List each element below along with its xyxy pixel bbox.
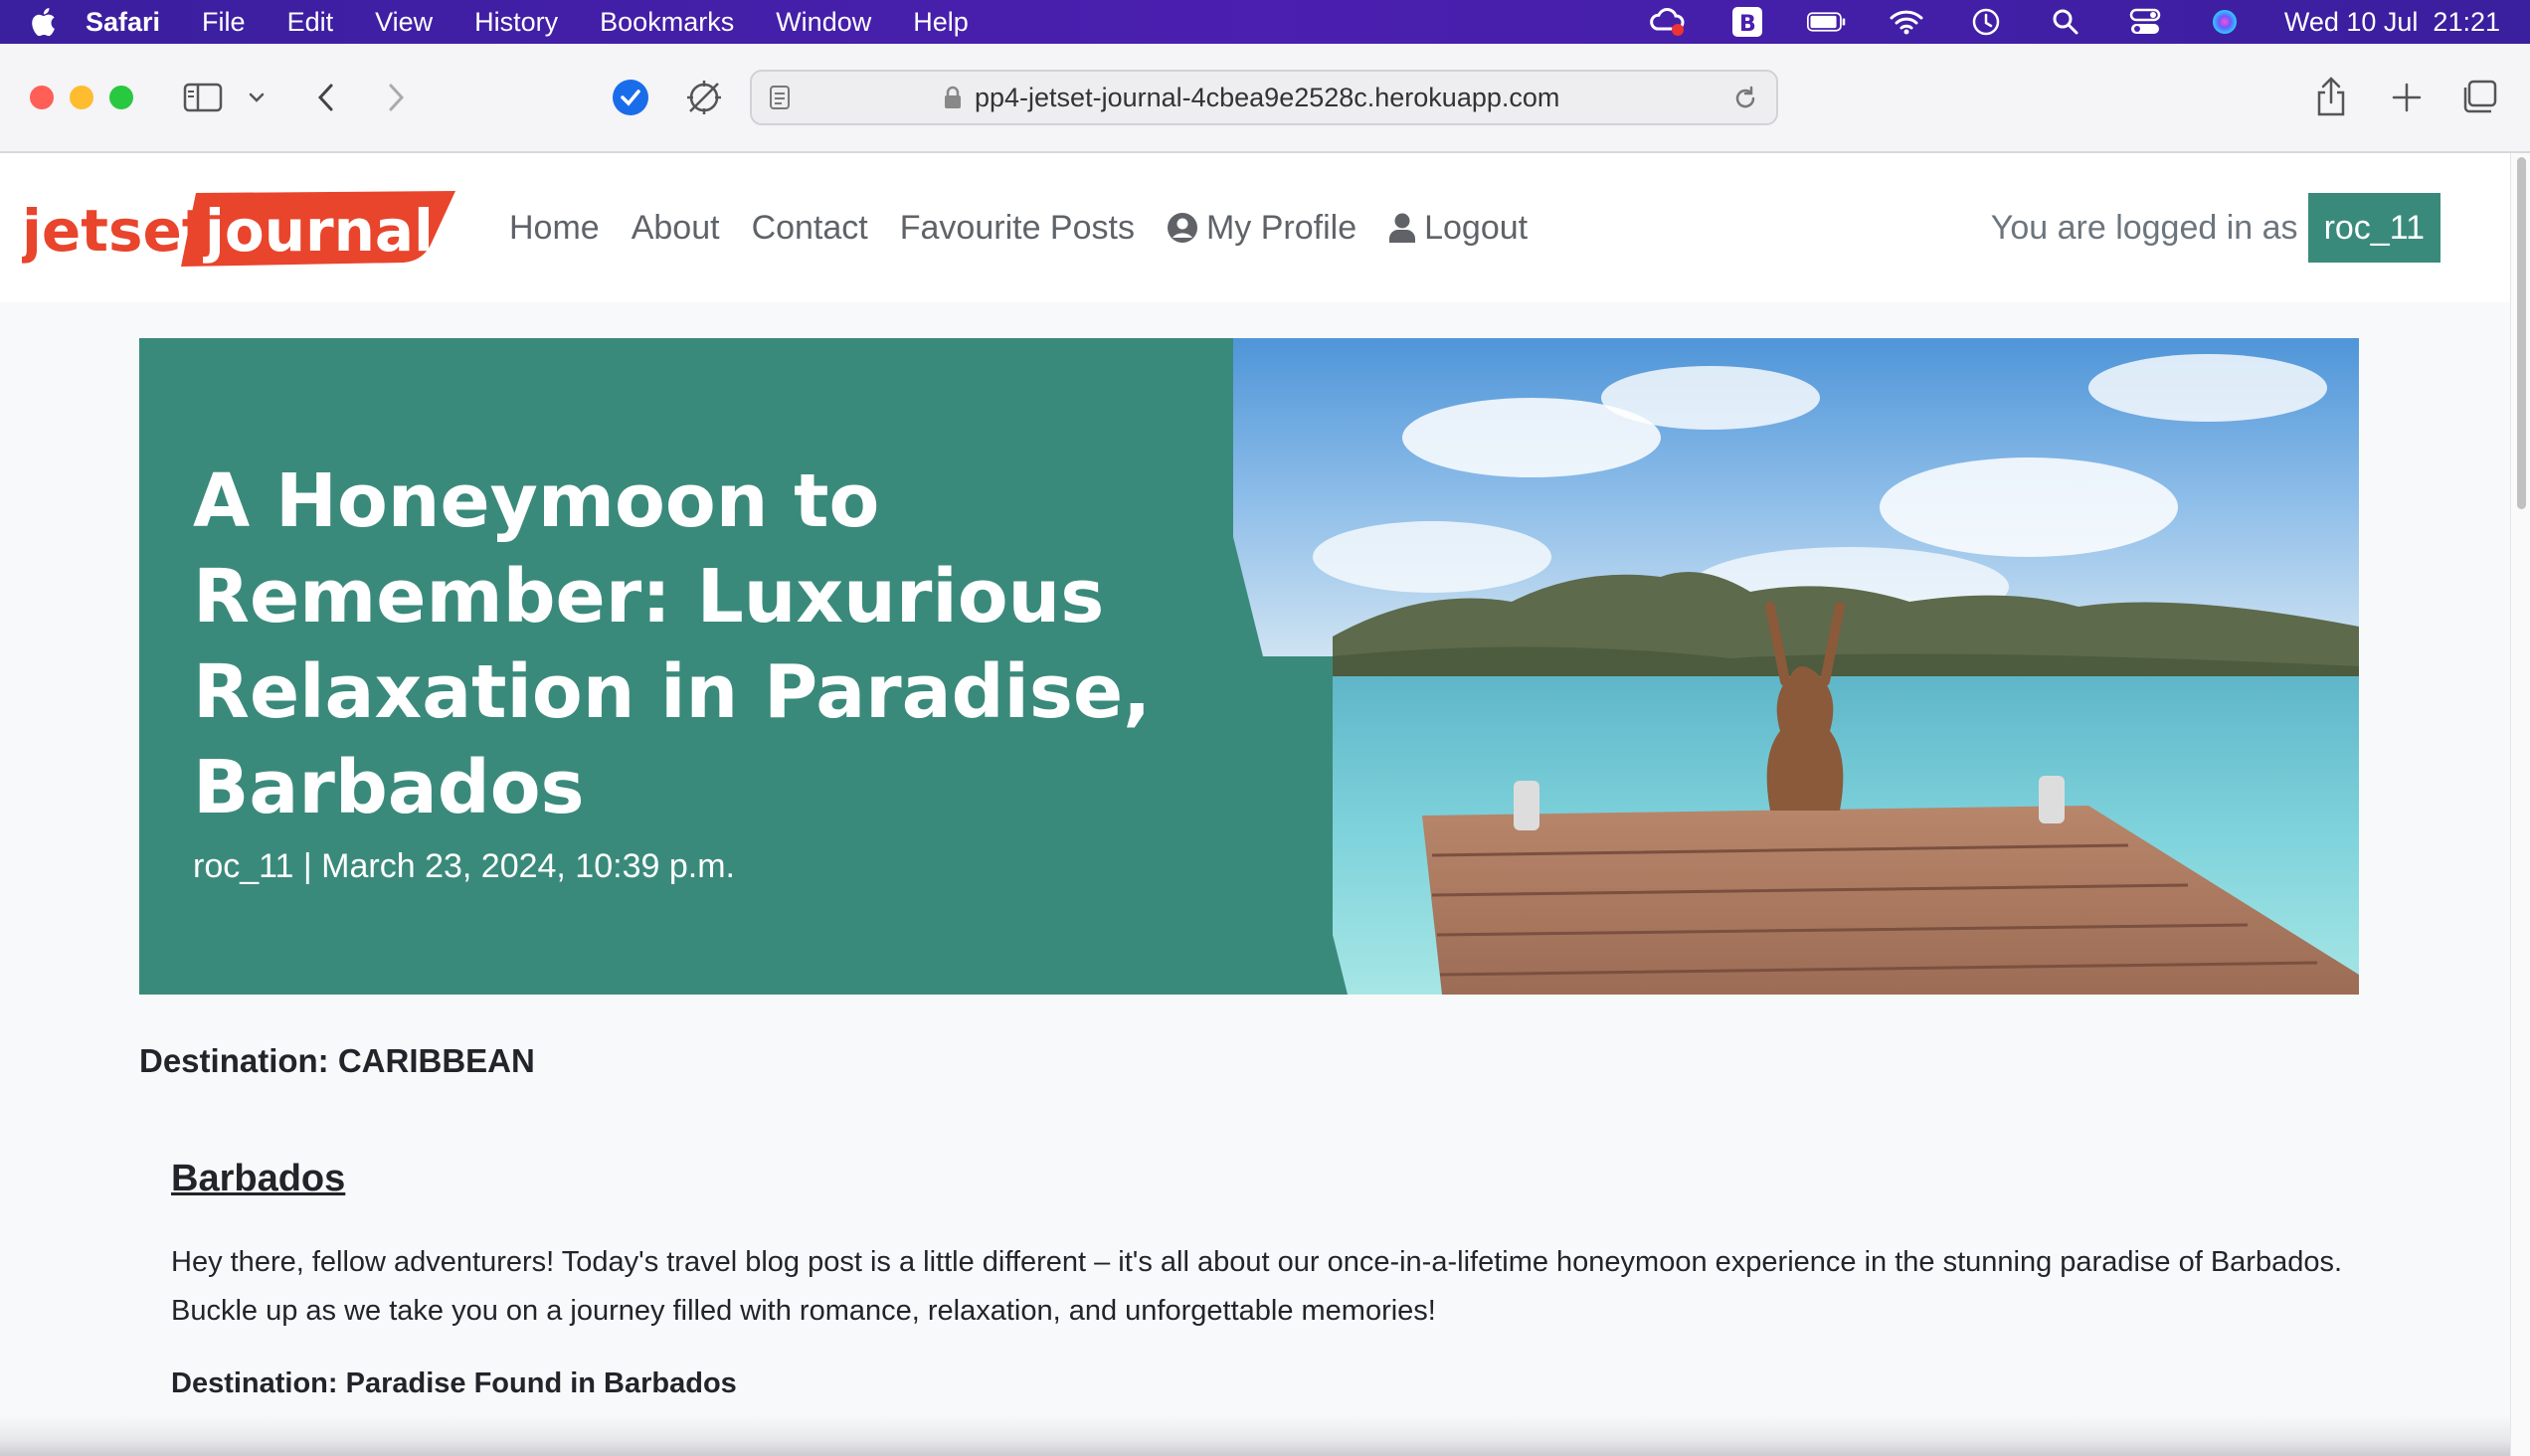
main-nav: Home About Contact Favourite Posts My Pr…: [509, 153, 1559, 302]
lock-icon: [941, 84, 965, 111]
page-scrollbar[interactable]: [2510, 153, 2530, 1456]
menu-clock[interactable]: Wed 10 Jul 21:21: [2284, 7, 2500, 38]
address-bar[interactable]: pp4-jetset-journal-4cbea9e2528c.herokuap…: [750, 70, 1778, 125]
menu-app-name[interactable]: Safari: [86, 7, 160, 38]
url-text[interactable]: pp4-jetset-journal-4cbea9e2528c.herokuap…: [975, 72, 1559, 123]
privacy-shield-icon[interactable]: [682, 76, 726, 119]
logo-text-journal: journal: [203, 197, 434, 265]
menu-history[interactable]: History: [474, 7, 558, 38]
password-check-icon[interactable]: [609, 76, 652, 119]
post-content: Barbados Hey there, fellow adventurers! …: [171, 1158, 2379, 1410]
browser-toolbar: pp4-jetset-journal-4cbea9e2528c.herokuap…: [0, 44, 2530, 153]
menu-view[interactable]: View: [375, 7, 433, 38]
menu-file[interactable]: File: [202, 7, 246, 38]
menu-edit[interactable]: Edit: [287, 7, 334, 38]
post-intro: Hey there, fellow adventurers! Today's t…: [171, 1246, 2343, 1327]
reload-icon[interactable]: [1730, 84, 1760, 113]
post-heading: Barbados: [171, 1158, 346, 1199]
share-icon[interactable]: [2309, 72, 2353, 121]
nav-profile-link[interactable]: My Profile: [1167, 209, 1356, 248]
user-circle-icon: [1167, 213, 1197, 243]
nav-profile-label: My Profile: [1205, 208, 1357, 247]
wifi-icon[interactable]: [1887, 6, 1926, 38]
site-logo[interactable]: jetset journal: [20, 187, 455, 271]
nav-contact-link[interactable]: Contact: [752, 209, 868, 248]
spotlight-icon[interactable]: [2046, 6, 2085, 38]
web-page: jetset journal Home About Contact Favour…: [0, 153, 2530, 1456]
nav-logout-label: Logout: [1424, 208, 1529, 247]
username-badge: roc_11: [2307, 193, 2440, 263]
nav-about-link[interactable]: About: [632, 209, 720, 248]
nav-logout-link[interactable]: Logout: [1388, 209, 1528, 248]
menu-bookmarks[interactable]: Bookmarks: [600, 7, 734, 38]
menu-window[interactable]: Window: [776, 7, 871, 38]
maximize-window-button[interactable]: [109, 86, 133, 109]
svg-text:B: B: [1739, 12, 1756, 37]
forward-button[interactable]: [380, 76, 414, 119]
login-status: You are logged in as roc_11: [1991, 193, 2440, 263]
new-tab-icon[interactable]: [2385, 76, 2429, 119]
apple-icon[interactable]: [0, 7, 86, 37]
creative-cloud-icon[interactable]: [1648, 6, 1688, 38]
reader-mode-icon[interactable]: [766, 84, 794, 111]
menu-help[interactable]: Help: [913, 7, 969, 38]
logo-text-jetset: jetset: [22, 197, 210, 265]
window-bottom-shadow: [0, 1416, 2530, 1456]
nav-favourites-link[interactable]: Favourite Posts: [900, 209, 1135, 248]
time-machine-icon[interactable]: [1966, 6, 2006, 38]
logged-in-label: You are logged in as: [1990, 208, 2298, 247]
post-title: A Honeymoon to Remember: Luxurious Relax…: [193, 458, 1152, 830]
sidebar-toggle-icon[interactable]: [181, 78, 225, 117]
post-destination: Destination: CARIBBEAN: [139, 1042, 535, 1079]
macos-menu-bar: Safari File Edit View History Bookmarks …: [0, 0, 2530, 44]
minimize-window-button[interactable]: [70, 86, 93, 109]
user-icon: [1389, 213, 1416, 243]
chevron-down-icon[interactable]: [245, 84, 269, 111]
site-navbar: jetset journal Home About Contact Favour…: [0, 153, 2510, 302]
bear-icon[interactable]: B: [1727, 6, 1767, 38]
post-subheading: Destination: Paradise Found in Barbados: [171, 1367, 737, 1399]
scrollbar-thumb[interactable]: [2517, 157, 2526, 509]
tab-overview-icon[interactable]: [2456, 76, 2500, 119]
siri-icon[interactable]: [2205, 6, 2245, 38]
control-center-icon[interactable]: [2125, 6, 2165, 38]
back-button[interactable]: [308, 76, 342, 119]
post-byline: roc_11 | March 23, 2024, 10:39 p.m.: [193, 847, 735, 885]
close-window-button[interactable]: [30, 86, 54, 109]
post-hero: A Honeymoon to Remember: Luxurious Relax…: [139, 338, 2359, 995]
battery-icon[interactable]: [1806, 6, 1847, 38]
nav-home-link[interactable]: Home: [509, 209, 600, 248]
